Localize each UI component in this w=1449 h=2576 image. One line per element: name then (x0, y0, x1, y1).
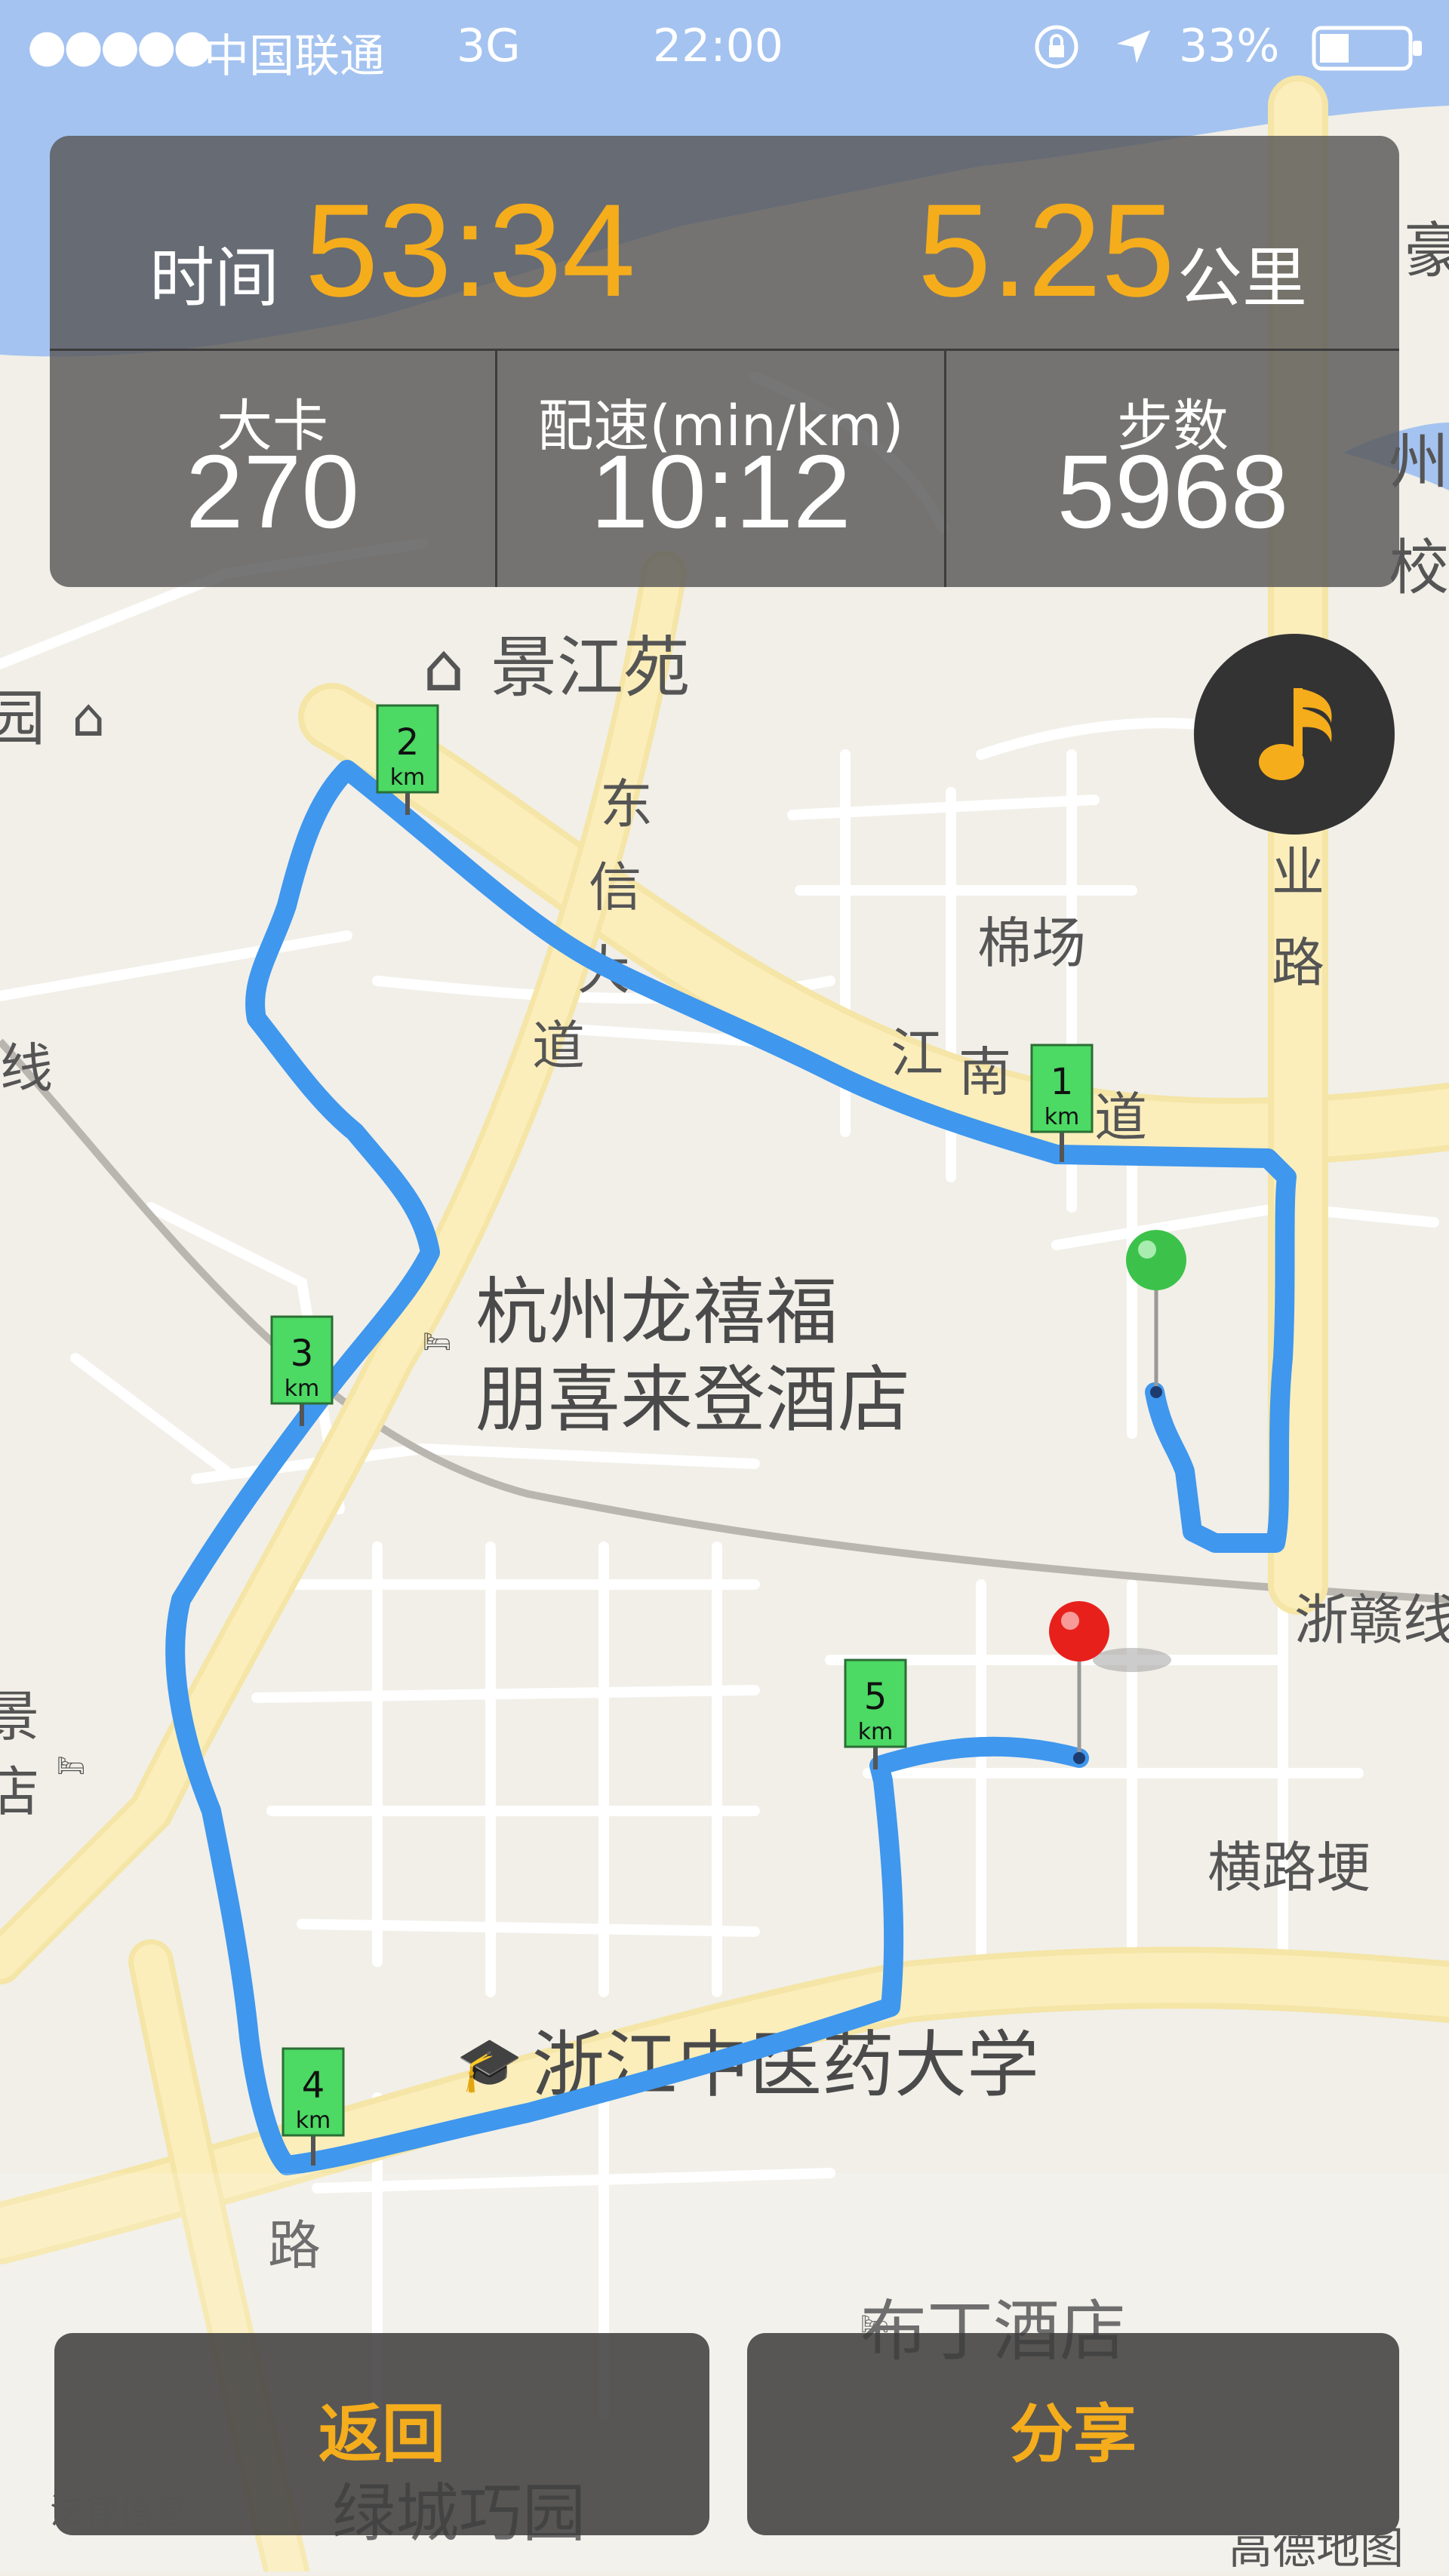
battery-percent: 33% (1179, 20, 1280, 72)
map-label-henglugeng: 横路埂 (1208, 1836, 1371, 1899)
legal-info-link[interactable]: 法律信息 (50, 2484, 189, 2534)
stats-primary-row: 时间 53:34 5.25 公里 (50, 136, 1399, 351)
road-label-dongxin-2: 信 (589, 856, 641, 918)
road-label-dongxin-4: 道 (532, 1015, 585, 1077)
graduation-cap-icon: 🎓 (457, 2033, 522, 2095)
map-label-hotel-line2: 朋喜来登酒店 (475, 1357, 910, 1442)
map-label-zhegan: 浙赣线 (1294, 1588, 1449, 1652)
map-label-hotel-line1: 杭州龙禧福 (475, 1270, 838, 1354)
road-label-lu: 路 (1272, 932, 1324, 994)
road-label-jiangnan-1: 江 (891, 1022, 943, 1084)
distance-value: 5.25 (918, 177, 1175, 324)
workout-stats-panel: 时间 53:34 5.25 公里 大卡 270 配速(min/km) 10:12… (50, 136, 1399, 587)
status-bar: ●●●●● 中国联通 3G 22:00 33% (0, 0, 1449, 91)
steps-cell: 步数 5968 (946, 351, 1399, 587)
km-marker-2-number: 2 (396, 721, 420, 764)
amap-logo: 高德地图 (1229, 2522, 1404, 2574)
pace-value: 10:12 (590, 434, 851, 550)
km-marker-3-number: 3 (291, 1333, 314, 1375)
time-value: 53:34 (305, 177, 635, 324)
edge-label-jing: 景 (0, 1685, 39, 1748)
clock: 22:00 (653, 20, 783, 72)
edge-label-hao: 豪 (1404, 216, 1449, 286)
map-label-mianchang: 棉场 (977, 911, 1086, 975)
km-marker-4-unit: km (296, 2107, 331, 2134)
battery-icon (1312, 26, 1425, 82)
distance-unit: 公里 (1177, 241, 1307, 316)
km-marker-4-number: 4 (302, 2064, 325, 2107)
network-type: 3G (457, 20, 521, 72)
km-marker-1-number: 1 (1051, 1061, 1074, 1103)
signal-strength: ●●●●● (27, 20, 213, 72)
calories-cell: 大卡 270 (50, 351, 495, 587)
edge-label-dian: 店 (0, 1760, 39, 1824)
music-note-icon (1259, 688, 1332, 780)
pace-cell: 配速(min/km) 10:12 (497, 351, 944, 587)
calories-value: 270 (185, 434, 360, 550)
road-label-jiangnan-2: 南 (958, 1041, 1011, 1103)
time-label: 时间 (149, 241, 279, 316)
map-label-jingjiangyuan: 景江苑 (491, 629, 690, 706)
hotel-bed-icon-left: 🛏 (57, 1753, 85, 1779)
road-label-dongxin-1: 东 (600, 773, 653, 835)
house-icon: ⌂ (423, 629, 465, 706)
km-marker-5-number: 5 (864, 1676, 888, 1718)
km-marker-2-unit: km (390, 764, 426, 791)
steps-value: 5968 (1057, 434, 1289, 550)
hotel-bed-icon: 🛏 (423, 1329, 451, 1355)
km-marker-1-unit: km (1044, 1104, 1080, 1130)
edge-label-yuan: 园 (0, 684, 45, 754)
km-marker-5-unit: km (858, 1719, 894, 1745)
carrier-name: 中国联通 (204, 30, 385, 83)
km-marker-3-unit: km (285, 1376, 320, 1402)
rotation-lock-icon (1032, 23, 1081, 82)
location-arrow-icon (1112, 26, 1155, 79)
house-icon-left: ⌂ (72, 687, 105, 749)
music-button[interactable] (1194, 634, 1395, 835)
road-label-jiangnan-3: 道 (1094, 1087, 1147, 1148)
share-button[interactable]: 分享 (747, 2333, 1399, 2535)
road-label-ye: 业 (1272, 841, 1324, 903)
edge-label-xian: 线 (0, 1037, 53, 1099)
